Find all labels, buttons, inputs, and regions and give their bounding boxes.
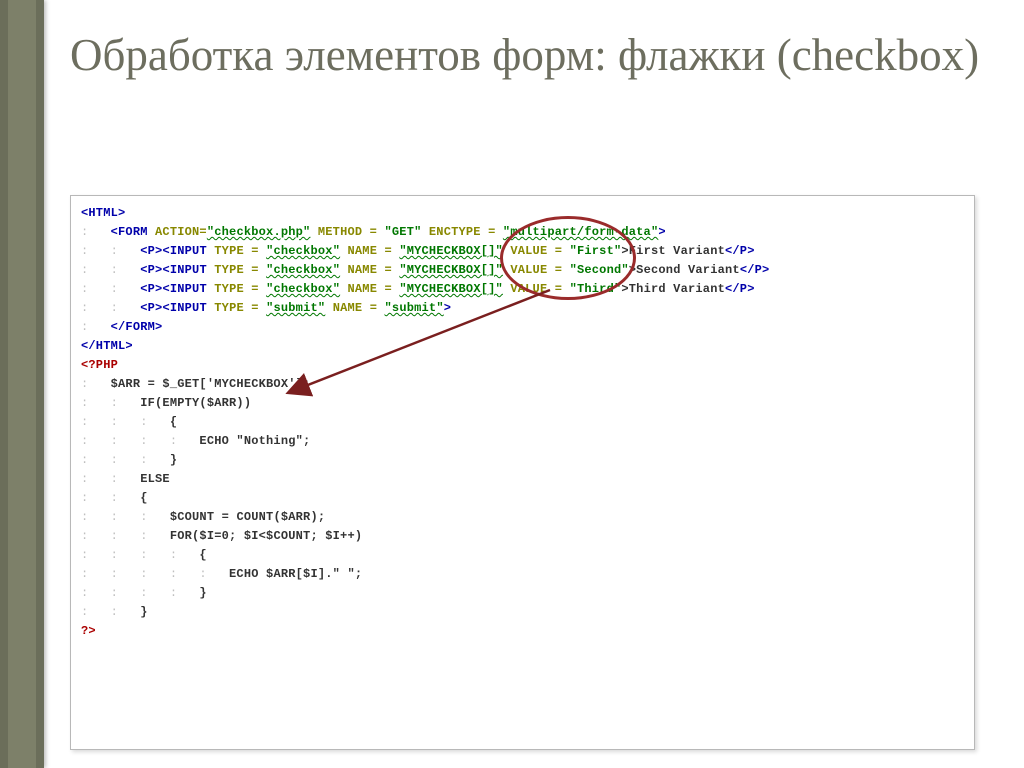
- code-line: : : ELSE: [81, 470, 964, 489]
- code-line: : : : $COUNT = COUNT($ARR);: [81, 508, 964, 527]
- code-line: : : : }: [81, 451, 964, 470]
- code-line: : : IF(EMPTY($ARR)): [81, 394, 964, 413]
- code-line: </HTML>: [81, 337, 964, 356]
- code-line: : : {: [81, 489, 964, 508]
- code-line: : : : {: [81, 413, 964, 432]
- code-line: <?PHP: [81, 356, 964, 375]
- code-line: : : <P><INPUT TYPE = "checkbox" NAME = "…: [81, 261, 964, 280]
- code-line: <HTML>: [81, 204, 964, 223]
- left-band-inner: [8, 0, 36, 768]
- slide: Обработка элементов форм: флажки (checkb…: [0, 0, 1024, 768]
- code-line: : : : FOR($I=0; $I<$COUNT; $I++): [81, 527, 964, 546]
- code-line: : : : : }: [81, 584, 964, 603]
- code-line: : : <P><INPUT TYPE = "submit" NAME = "su…: [81, 299, 964, 318]
- code-line: : : : : {: [81, 546, 964, 565]
- code-line: ?>: [81, 622, 964, 641]
- left-decorative-band: [0, 0, 44, 768]
- code-line: : : <P><INPUT TYPE = "checkbox" NAME = "…: [81, 242, 964, 261]
- code-line: : $ARR = $_GET['MYCHECKBOX'];: [81, 375, 964, 394]
- code-line: : <FORM ACTION="checkbox.php" METHOD = "…: [81, 223, 964, 242]
- code-screenshot: <HTML> : <FORM ACTION="checkbox.php" MET…: [70, 195, 975, 750]
- code-line: : : : : : ECHO $ARR[$I]." ";: [81, 565, 964, 584]
- code-line: : : : : ECHO "Nothing";: [81, 432, 964, 451]
- code-line: : </FORM>: [81, 318, 964, 337]
- code-line: : : }: [81, 603, 964, 622]
- slide-title: Обработка элементов форм: флажки (checkb…: [70, 30, 984, 82]
- code-line: : : <P><INPUT TYPE = "checkbox" NAME = "…: [81, 280, 964, 299]
